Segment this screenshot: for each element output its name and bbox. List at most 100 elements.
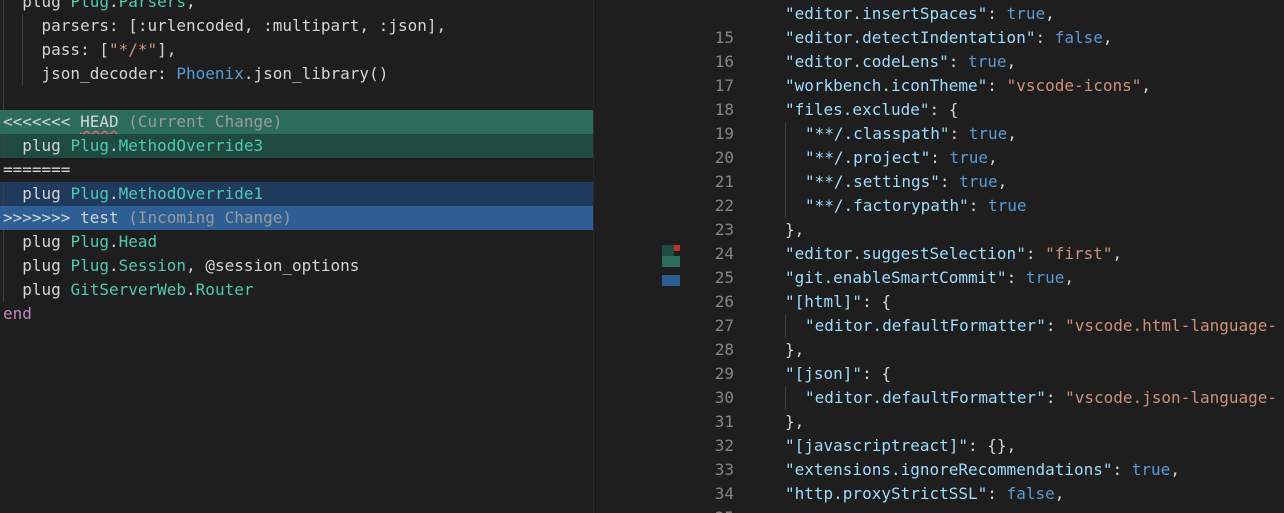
code-line-incoming[interactable]: plug Plug.MethodOverride1 bbox=[0, 182, 593, 206]
incoming-ref: test bbox=[80, 208, 119, 227]
json-punct: , bbox=[997, 172, 1008, 191]
code-token: Plug bbox=[70, 232, 109, 251]
code-line[interactable]: 25 "editor.suggestSelection": "first", bbox=[680, 242, 1284, 287]
code-line[interactable]: 15 "editor.insertSpaces": true, bbox=[680, 2, 1284, 47]
code-line[interactable]: end bbox=[0, 302, 593, 326]
code-line[interactable]: parsers: [:urlencoded, :multipart, :json… bbox=[0, 14, 593, 38]
code-token: json_decoder: bbox=[3, 64, 177, 83]
code-token: . bbox=[108, 256, 119, 275]
json-key: "files.exclude" bbox=[785, 100, 930, 119]
json-value: false bbox=[1006, 484, 1055, 503]
code-line[interactable]: 17 "editor.codeLens": true, bbox=[680, 50, 1284, 95]
code-line[interactable]: 21 "**/.project": true, bbox=[680, 146, 1284, 191]
code-line[interactable]: 20 "**/.classpath": true, bbox=[680, 122, 1284, 167]
code-token: Parsers bbox=[118, 0, 187, 11]
ruler-incoming-marker bbox=[662, 275, 680, 286]
code-token: . bbox=[108, 0, 119, 11]
code-token: , bbox=[186, 0, 196, 11]
json-punct: , bbox=[1141, 76, 1152, 95]
json-key: "[json]" bbox=[785, 364, 863, 383]
left-editor-pane[interactable]: plug Plug.Parsers, parsers: [:urlencoded… bbox=[0, 0, 593, 513]
code-token: end bbox=[3, 304, 32, 323]
json-key: "editor.defaultFormatter" bbox=[805, 388, 1046, 407]
code-token: plug bbox=[3, 256, 71, 275]
current-change-marker[interactable]: <<<<<<< HEAD (Current Change) bbox=[0, 110, 593, 134]
code-line[interactable]: 27 "[html]": { bbox=[680, 290, 1284, 335]
code-line[interactable]: pass: ["*/*"], bbox=[0, 38, 593, 62]
json-value: true bbox=[959, 172, 998, 191]
code-line[interactable]: 22 "**/.settings": true, bbox=[680, 170, 1284, 215]
code-line[interactable]: 31 "editor.defaultFormatter": "vscode.js… bbox=[680, 386, 1284, 431]
code-line[interactable]: 32 }, bbox=[680, 410, 1284, 455]
json-punct: , bbox=[1006, 52, 1017, 71]
code-line[interactable]: plug GitServerWeb.Router bbox=[0, 278, 593, 302]
code-token: , @session_options bbox=[186, 256, 360, 275]
code-token: plug bbox=[3, 232, 71, 251]
json-punct: , bbox=[1007, 124, 1017, 143]
indent-guide bbox=[785, 194, 786, 218]
code-token: ], bbox=[157, 40, 177, 59]
code-line[interactable]: 26 "git.enableSmartCommit": true, bbox=[680, 266, 1284, 311]
code-token: MethodOverride1 bbox=[118, 184, 264, 203]
conflict-separator[interactable]: ======= bbox=[0, 158, 593, 182]
incoming-change-label: (Incoming Change) bbox=[128, 208, 292, 227]
ruler-current-marker bbox=[662, 245, 674, 256]
code-line[interactable]: plug Plug.Session, @session_options bbox=[0, 254, 593, 278]
code-line[interactable]: 16 "editor.detectIndentation": false, bbox=[680, 26, 1284, 71]
json-value: "first" bbox=[1045, 244, 1113, 263]
code-token: pass: [ bbox=[3, 40, 109, 59]
json-value: true bbox=[1025, 268, 1065, 287]
code-line[interactable]: 19 "files.exclude": { bbox=[680, 98, 1284, 143]
code-token: Session bbox=[118, 256, 187, 275]
indent-guide bbox=[3, 278, 4, 302]
json-punct: , bbox=[1102, 28, 1113, 47]
json-sep: : bbox=[949, 124, 969, 143]
incoming-change-marker[interactable]: >>>>>>> test (Incoming Change) bbox=[0, 206, 593, 230]
indent-guide bbox=[785, 146, 786, 170]
code-line-empty[interactable] bbox=[0, 86, 593, 110]
json-key: "**/.settings" bbox=[805, 172, 940, 191]
code-token: . bbox=[108, 184, 119, 203]
json-sep: : bbox=[968, 436, 988, 455]
json-key: "[html]" bbox=[785, 292, 863, 311]
json-sep: : bbox=[930, 148, 950, 167]
ruler-current-header-marker bbox=[662, 256, 680, 267]
json-key: "[javascriptreact]" bbox=[785, 436, 969, 455]
indent-guide bbox=[3, 14, 4, 38]
code-line[interactable]: 35 "http.proxyStrictSSL": false, bbox=[680, 482, 1284, 513]
indent-guide bbox=[785, 386, 786, 410]
code-line[interactable]: 30 "[json]": { bbox=[680, 362, 1284, 407]
json-key: "editor.codeLens" bbox=[785, 52, 949, 71]
code-line[interactable]: 18 "workbench.iconTheme": "vscode-icons"… bbox=[680, 74, 1284, 119]
code-line[interactable]: 23 "**/.factorypath": true bbox=[680, 194, 1284, 239]
code-token: .json_library() bbox=[243, 64, 389, 83]
separator-text: ======= bbox=[3, 160, 71, 179]
code-line[interactable]: plug Plug.Head bbox=[0, 230, 593, 254]
code-token: plug bbox=[3, 0, 71, 11]
indent-guide bbox=[22, 38, 23, 62]
json-value: true bbox=[988, 196, 1027, 215]
right-editor-pane[interactable]: 15 "editor.insertSpaces": true, 16 "edit… bbox=[680, 0, 1284, 513]
json-key: "editor.detectIndentation" bbox=[785, 28, 1036, 47]
code-line[interactable]: json_decoder: Phoenix.json_library() bbox=[0, 62, 593, 86]
code-token: Head bbox=[118, 232, 158, 251]
json-key: "editor.insertSpaces" bbox=[785, 4, 988, 23]
code-line[interactable]: 29 }, bbox=[680, 338, 1284, 383]
code-token: "*/*" bbox=[108, 40, 158, 59]
code-line[interactable]: plug Plug.Parsers, bbox=[0, 0, 593, 14]
code-line[interactable]: 34 "extensions.ignoreRecommendations": t… bbox=[680, 458, 1284, 503]
json-key: "**/.factorypath" bbox=[805, 196, 969, 215]
json-punct: , bbox=[1064, 268, 1074, 287]
json-sep: : bbox=[862, 292, 882, 311]
indent-guide bbox=[785, 122, 786, 146]
code-line[interactable]: 33 "[javascriptreact]": {}, bbox=[680, 434, 1284, 479]
code-line-current[interactable]: plug Plug.MethodOverride3 bbox=[0, 134, 593, 158]
code-line[interactable]: 28 "editor.defaultFormatter": "vscode.ht… bbox=[680, 314, 1284, 359]
code-line[interactable]: 24 }, bbox=[680, 218, 1284, 263]
json-sep: : bbox=[1035, 28, 1055, 47]
code-token: plug bbox=[3, 280, 71, 299]
json-sep: : bbox=[1025, 244, 1046, 263]
json-value: true bbox=[949, 148, 989, 167]
json-punct: }, bbox=[785, 412, 805, 431]
indent-guide bbox=[3, 254, 4, 278]
